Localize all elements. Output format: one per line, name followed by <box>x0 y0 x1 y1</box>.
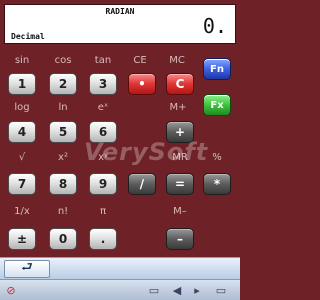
plus-button[interactable]: + <box>166 121 194 143</box>
label-reciprocal: 1/x <box>14 206 30 217</box>
speaker-icon: ◀ <box>172 283 182 297</box>
key-5[interactable]: 5 <box>49 121 77 143</box>
label-mminus: M– <box>173 206 187 217</box>
calculator-app: RADIAN 0. Decimal sin cos tan CE MC 1 2 … <box>0 0 240 300</box>
key-1[interactable]: 1 <box>8 73 36 95</box>
label-percent: % <box>212 152 222 163</box>
return-arrow-icon: ⮐ <box>21 260 33 275</box>
label-ln: ln <box>58 102 68 113</box>
label-ce: CE <box>133 55 147 66</box>
memory-clear-button[interactable]: C <box>166 73 194 95</box>
label-sin: sin <box>14 55 30 66</box>
display-value: 0. <box>202 14 227 38</box>
status-bar: ⊘ ▭ ◀ ▸ ▭ <box>0 279 240 300</box>
minus-button[interactable]: – <box>166 228 194 250</box>
label-exp: eˣ <box>97 102 109 113</box>
label-factorial: n! <box>57 206 69 217</box>
key-2[interactable]: 2 <box>49 73 77 95</box>
arrow-right-icon: ▸ <box>194 283 200 297</box>
key-3[interactable]: 3 <box>89 73 117 95</box>
battery-icon: ▭ <box>148 283 160 297</box>
keyboard-icon: ▭ <box>215 283 227 297</box>
angle-mode-indicator: RADIAN <box>105 7 135 16</box>
clear-entry-button[interactable]: • <box>128 73 156 95</box>
decimal-point-button[interactable]: . <box>89 228 117 250</box>
label-pi: π <box>99 206 107 217</box>
fx-button[interactable]: Fx <box>203 94 231 116</box>
label-square: x² <box>58 152 68 163</box>
calculator-display: RADIAN 0. Decimal <box>4 4 236 44</box>
back-button[interactable]: ⮐ <box>4 260 50 278</box>
key-0[interactable]: 0 <box>49 228 77 250</box>
label-log: log <box>14 102 30 113</box>
no-signal-icon: ⊘ <box>6 283 16 297</box>
equals-button[interactable]: = <box>166 173 194 195</box>
label-mr: MR <box>172 152 188 163</box>
label-mplus: M+ <box>169 102 187 113</box>
key-4[interactable]: 4 <box>8 121 36 143</box>
key-8[interactable]: 8 <box>49 173 77 195</box>
command-bar: ⮐ <box>0 257 240 279</box>
divide-button[interactable]: / <box>128 173 156 195</box>
key-9[interactable]: 9 <box>89 173 117 195</box>
sign-toggle-button[interactable]: ± <box>8 228 36 250</box>
label-cos: cos <box>54 55 72 66</box>
key-7[interactable]: 7 <box>8 173 36 195</box>
label-sqrt: √ <box>18 152 26 163</box>
label-tan: tan <box>94 55 112 66</box>
label-power: xʸ <box>98 152 108 163</box>
fn-button[interactable]: Fn <box>203 58 231 80</box>
multiply-button[interactable]: * <box>203 173 231 195</box>
label-mc: MC <box>169 55 185 66</box>
key-6[interactable]: 6 <box>89 121 117 143</box>
number-base-indicator: Decimal <box>11 32 45 41</box>
